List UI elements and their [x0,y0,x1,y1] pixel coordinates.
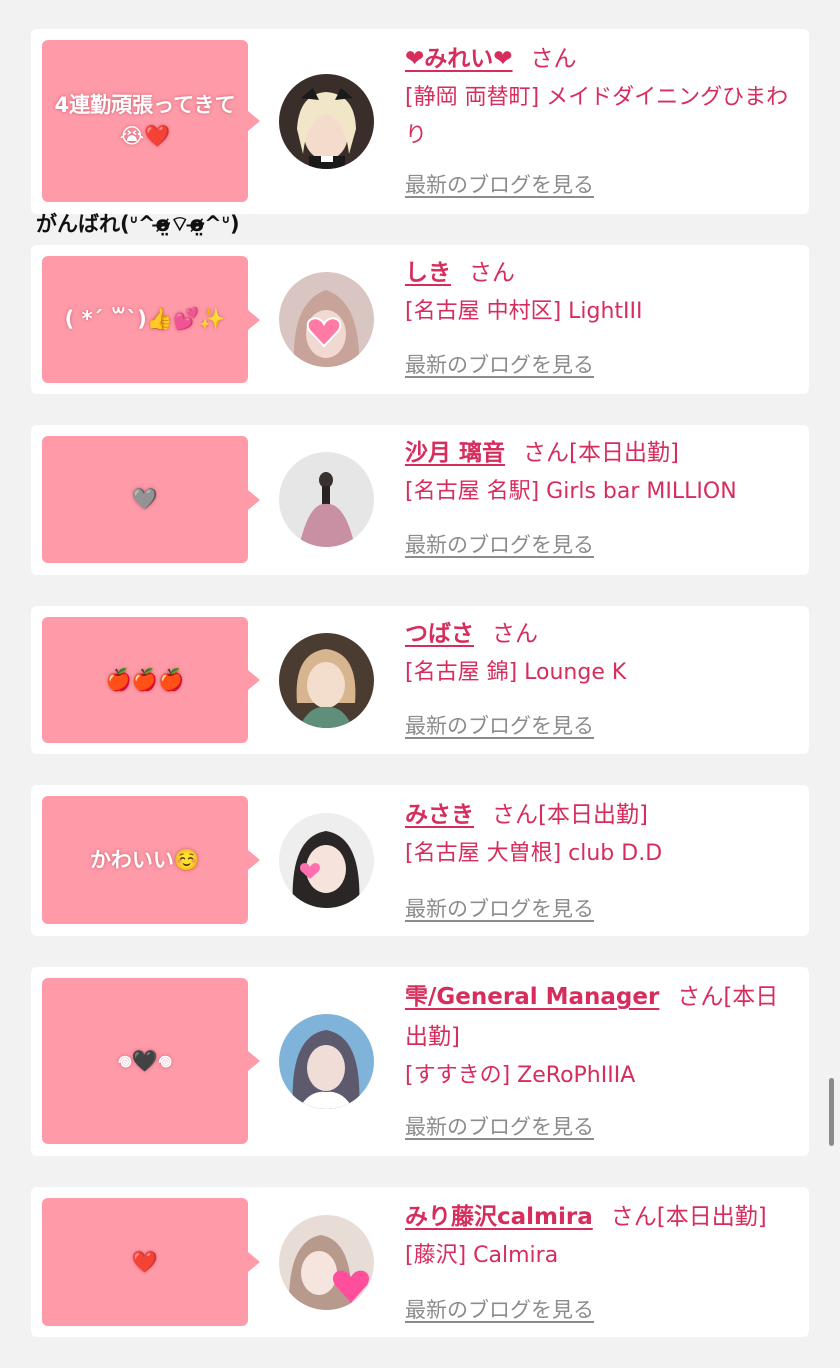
avatar-photo-icon [279,633,374,728]
scrollbar[interactable] [829,1078,834,1146]
avatar[interactable] [279,74,374,169]
latest-blog-link[interactable]: 最新のブログを見る [405,710,594,740]
avatar[interactable] [279,1014,374,1109]
cast-name-link[interactable]: しき [405,260,451,286]
list-item: 🩶 沙月 璃音 さん[本日出勤] [名古屋 名駅] Girls bar MILLI… [31,425,809,575]
san-suffix: さん [492,621,538,647]
latest-blog-link[interactable]: 最新のブログを見る [405,1294,594,1324]
list-item: ❤️ みり藤沢calmira さん[本日出勤] [藤沢] Calmira 最新のブ… [31,1187,809,1337]
comment-bubble: ❤️ [42,1198,260,1326]
san-suffix: さん [610,1204,657,1230]
cast-name-link[interactable]: 沙月 璃音 [405,440,505,466]
avatar[interactable] [279,813,374,908]
avatar[interactable] [279,452,374,547]
comment-bubble: 🩶 [42,436,260,563]
san-suffix: さん [677,984,724,1010]
avatar-photo-icon [279,1215,374,1310]
list-item: 4連勤頑張ってきて😭❤️ ❤みれい❤ さん [静岡 両替町] メイドダイニングひま… [31,29,809,214]
avatar-photo-icon [279,272,374,367]
shop-name: [名古屋 錦] Lounge K [405,660,627,685]
latest-blog-link[interactable]: 最新のブログを見る [405,349,594,379]
latest-blog-link[interactable]: 最新のブログを見る [405,169,594,199]
list-item: かわいい☺️ みさき さん[本日出勤] [名古屋 大曽根] club D.D 最新… [31,785,809,936]
avatar-photo-icon [279,813,374,908]
latest-blog-link[interactable]: 最新のブログを見る [405,893,594,923]
san-suffix: さん [523,440,570,466]
cast-name-link[interactable]: みさき [405,802,474,828]
list-item: 🍎🍎🍎 つばさ さん [名古屋 錦] Lounge K 最新のブログを見る [31,606,809,754]
cast-name-link[interactable]: つばさ [405,621,474,647]
cast-name-link[interactable]: みり藤沢calmira [405,1204,593,1230]
avatar-photo-icon [279,452,374,547]
shop-name: [藤沢] Calmira [405,1243,559,1268]
list-item: ( *ˊ ꒳ˋ)👍💕✨ しき さん [名古屋 中村区] LightIII 最新のブ… [31,245,809,394]
san-suffix: さん [492,802,538,828]
shop-name: [名古屋 中村区] LightIII [405,299,643,324]
avatar-photo-icon [279,74,374,169]
latest-blog-link[interactable]: 最新のブログを見る [405,1111,594,1141]
status-badge: [本日出勤] [538,802,648,828]
shop-name: [名古屋 大曽根] club D.D [405,841,663,866]
shop-name: [静岡 両替町] メイドダイニングひまわり [405,85,789,148]
avatar[interactable] [279,633,374,728]
status-badge: [本日出勤] [569,440,679,466]
cheer-list: 4連勤頑張ってきて😭❤️ ❤みれい❤ さん [静岡 両替町] メイドダイニングひま… [0,0,840,1368]
comment-bubble: 🍎🍎🍎 [42,617,260,743]
list-item: 𖦹🖤𖦹 雫/General Manager さん[本日出勤] [すすきの] ZeR… [31,967,809,1156]
comment-bubble: ( *ˊ ꒳ˋ)👍💕✨ [42,256,260,383]
floating-comment: がんばれ(ᐡ^o̴̶̷̤⌔o̴̶̷̤^ᐡ) [36,212,240,236]
cast-name-link[interactable]: ❤みれい❤ [405,46,513,72]
san-suffix: さん [469,260,515,286]
avatar[interactable] [279,1215,374,1310]
comment-bubble: かわいい☺️ [42,796,260,924]
cast-name-link[interactable]: 雫/General Manager [405,984,659,1010]
status-badge: [本日出勤] [656,1204,767,1230]
comment-bubble: 4連勤頑張ってきて😭❤️ [42,40,260,202]
shop-name: [すすきの] ZeRoPhIIIA [405,1063,636,1088]
avatar[interactable] [279,272,374,367]
latest-blog-link[interactable]: 最新のブログを見る [405,529,594,559]
san-suffix: さん [530,46,577,72]
avatar-photo-icon [279,1014,374,1109]
shop-name: [名古屋 名駅] Girls bar MILLION [405,479,737,504]
comment-bubble: 𖦹🖤𖦹 [42,978,260,1144]
